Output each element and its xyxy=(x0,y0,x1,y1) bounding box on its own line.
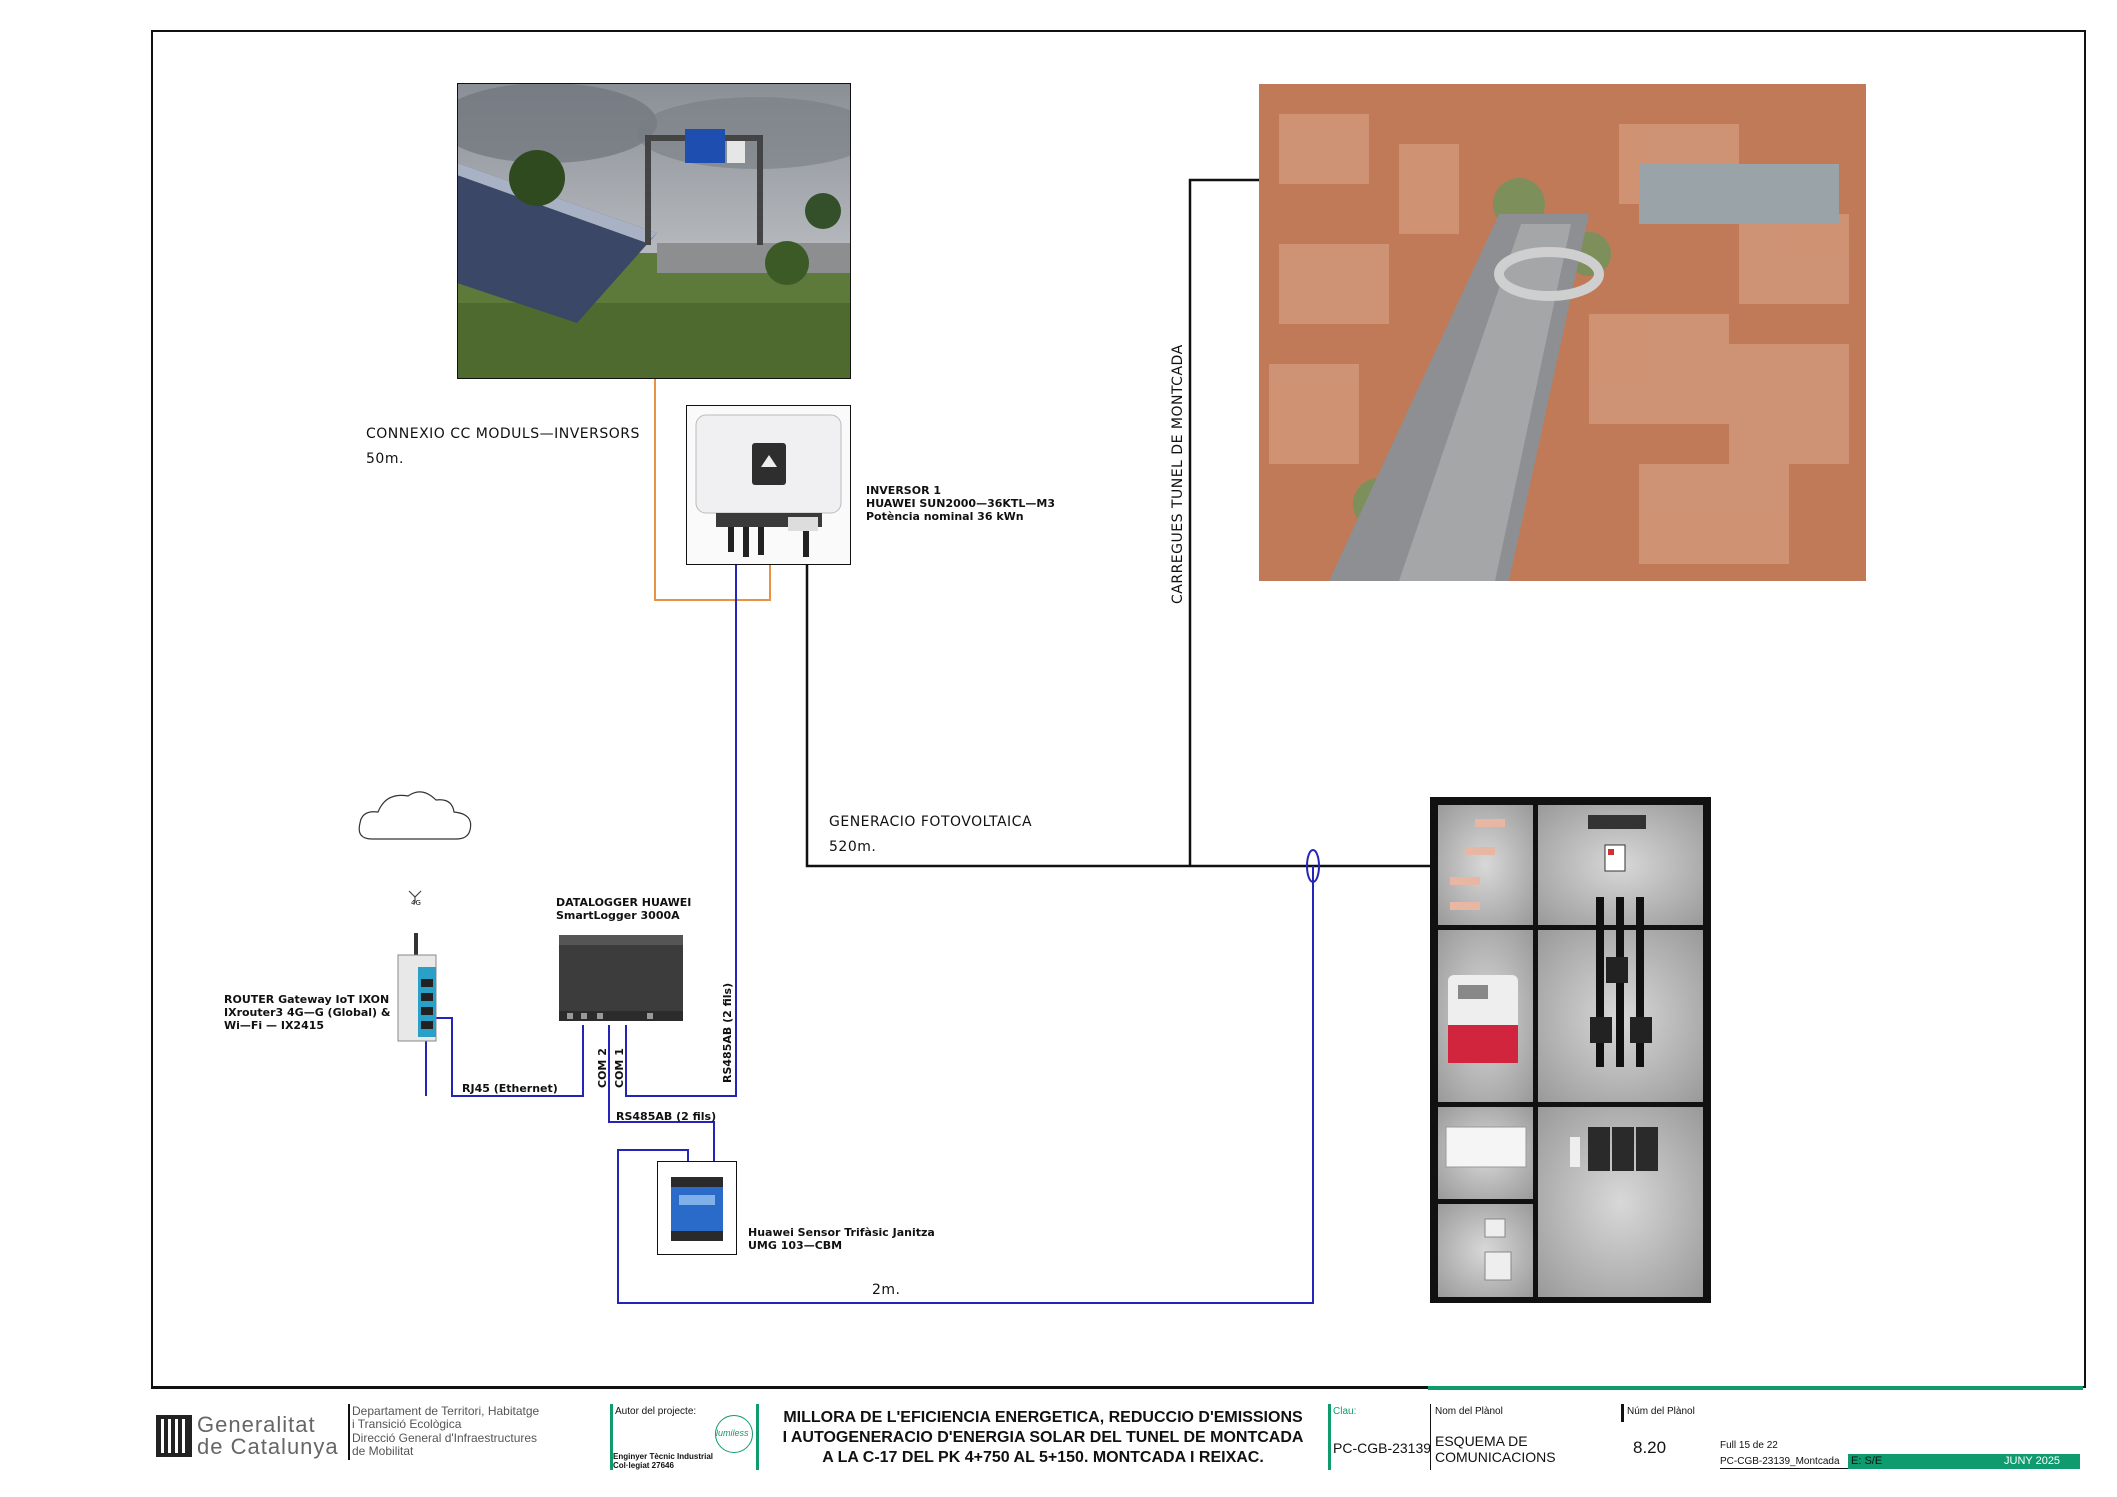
router-name-label: ROUTER Gateway IoT IXON xyxy=(224,993,390,1006)
inverter-name-label: INVERSOR 1 xyxy=(866,484,942,497)
plan-name-line2: COMUNICACIONS xyxy=(1435,1449,1556,1465)
com1-label: COM 1 xyxy=(613,1048,626,1088)
pv-distance-label: 520m. xyxy=(829,839,877,855)
sheet-number: Full 15 de 22 xyxy=(1720,1440,1778,1451)
cc-connection-label: CONNEXIO CC MODULS—INVERSORS xyxy=(366,426,640,442)
dept-line4: de Mobilitat xyxy=(352,1444,414,1458)
project-title-line2: I AUTOGENERACIO D'ENERGIA SOLAR DEL TUNE… xyxy=(782,1429,1304,1446)
rj45-label: RJ45 (Ethernet) xyxy=(462,1082,558,1095)
pv-generation-label: GENERACIO FOTOVOLTAICA xyxy=(829,814,1033,830)
antenna-label: 4G xyxy=(411,899,421,907)
author-title: Enginyer Tècnic Industrial xyxy=(613,1452,714,1461)
plan-num-label: Núm del Plànol xyxy=(1627,1406,1695,1417)
project-divider xyxy=(756,1404,759,1470)
org-name-line2: de Catalunya xyxy=(197,1434,339,1459)
com2-label: COM 2 xyxy=(596,1048,609,1088)
router-wifi-label: Wi—Fi — IX2415 xyxy=(224,1019,325,1032)
dept-divider xyxy=(348,1404,350,1460)
file-name: PC-CGB-23139_Montcada xyxy=(1720,1456,1840,1467)
project-title-line1: MILLORA DE L'EFICIENCIA ENERGETICA, REDU… xyxy=(783,1409,1303,1426)
router-image xyxy=(397,933,437,1042)
author-label: Autor del projecte: xyxy=(615,1406,697,1417)
plan-num-divider xyxy=(1621,1404,1624,1422)
inverter-power-label: Potència nominal 36 kWn xyxy=(866,510,1024,523)
sensor-name-label: Huawei Sensor Trifàsic Janitza xyxy=(748,1226,935,1239)
datalogger-name-label: DATALOGGER HUAWEI xyxy=(556,896,692,909)
inverter-image xyxy=(686,405,851,565)
tunnel-loads-label: CARREGUES TUNEL DE MONTCADA xyxy=(1170,344,1186,604)
date-value: JUNY 2025 xyxy=(2004,1455,2061,1467)
org-name-line1: Generalitat xyxy=(197,1412,316,1437)
plan-name-divider xyxy=(1430,1404,1431,1470)
inverter-model-label: HUAWEI SUN2000—36KTL—M3 xyxy=(866,497,1056,510)
generalitat-logo-icon xyxy=(156,1415,192,1457)
aerial-photo xyxy=(1259,84,1866,581)
plan-name-line1: ESQUEMA DE xyxy=(1435,1433,1528,1449)
datalogger-model-label: SmartLogger 3000A xyxy=(556,909,680,922)
author-registration: Col·legiat 27646 xyxy=(613,1461,674,1470)
janitza-sensor-image xyxy=(657,1161,737,1255)
cloud-icon xyxy=(358,791,472,840)
clau-divider xyxy=(1328,1404,1331,1470)
clau-label: Clau: xyxy=(1333,1406,1357,1417)
cc-distance-label: 50m. xyxy=(366,451,404,467)
solar-field-photo xyxy=(457,83,851,379)
project-title-line3: A LA C-17 DEL PK 4+750 AL 5+150. MONTCAD… xyxy=(822,1449,1264,1466)
scale-value: E: S/E xyxy=(1851,1455,1883,1467)
rs485-horizontal-label: RS485AB (2 fils) xyxy=(616,1110,717,1123)
datalogger-image xyxy=(559,935,683,1021)
router-model-label: IXrouter3 4G—G (Global) & xyxy=(224,1006,391,1019)
clau-value: PC-CGB-23139 xyxy=(1333,1440,1432,1456)
title-block-accent-rule xyxy=(1428,1386,2083,1390)
sensor-model-label: UMG 103—CBM xyxy=(748,1239,843,1252)
plan-num-value: 8.20 xyxy=(1633,1438,1667,1457)
sensor-distance-label: 2m. xyxy=(872,1282,901,1298)
company-logo-text: lumiless xyxy=(716,1428,749,1438)
electrical-panel xyxy=(1430,797,1711,1303)
plan-name-label: Nom del Plànol xyxy=(1435,1406,1503,1417)
dept-line2: i Transició Ecològica xyxy=(352,1417,462,1431)
rs485-vertical-label: RS485AB (2 fils) xyxy=(721,982,734,1083)
